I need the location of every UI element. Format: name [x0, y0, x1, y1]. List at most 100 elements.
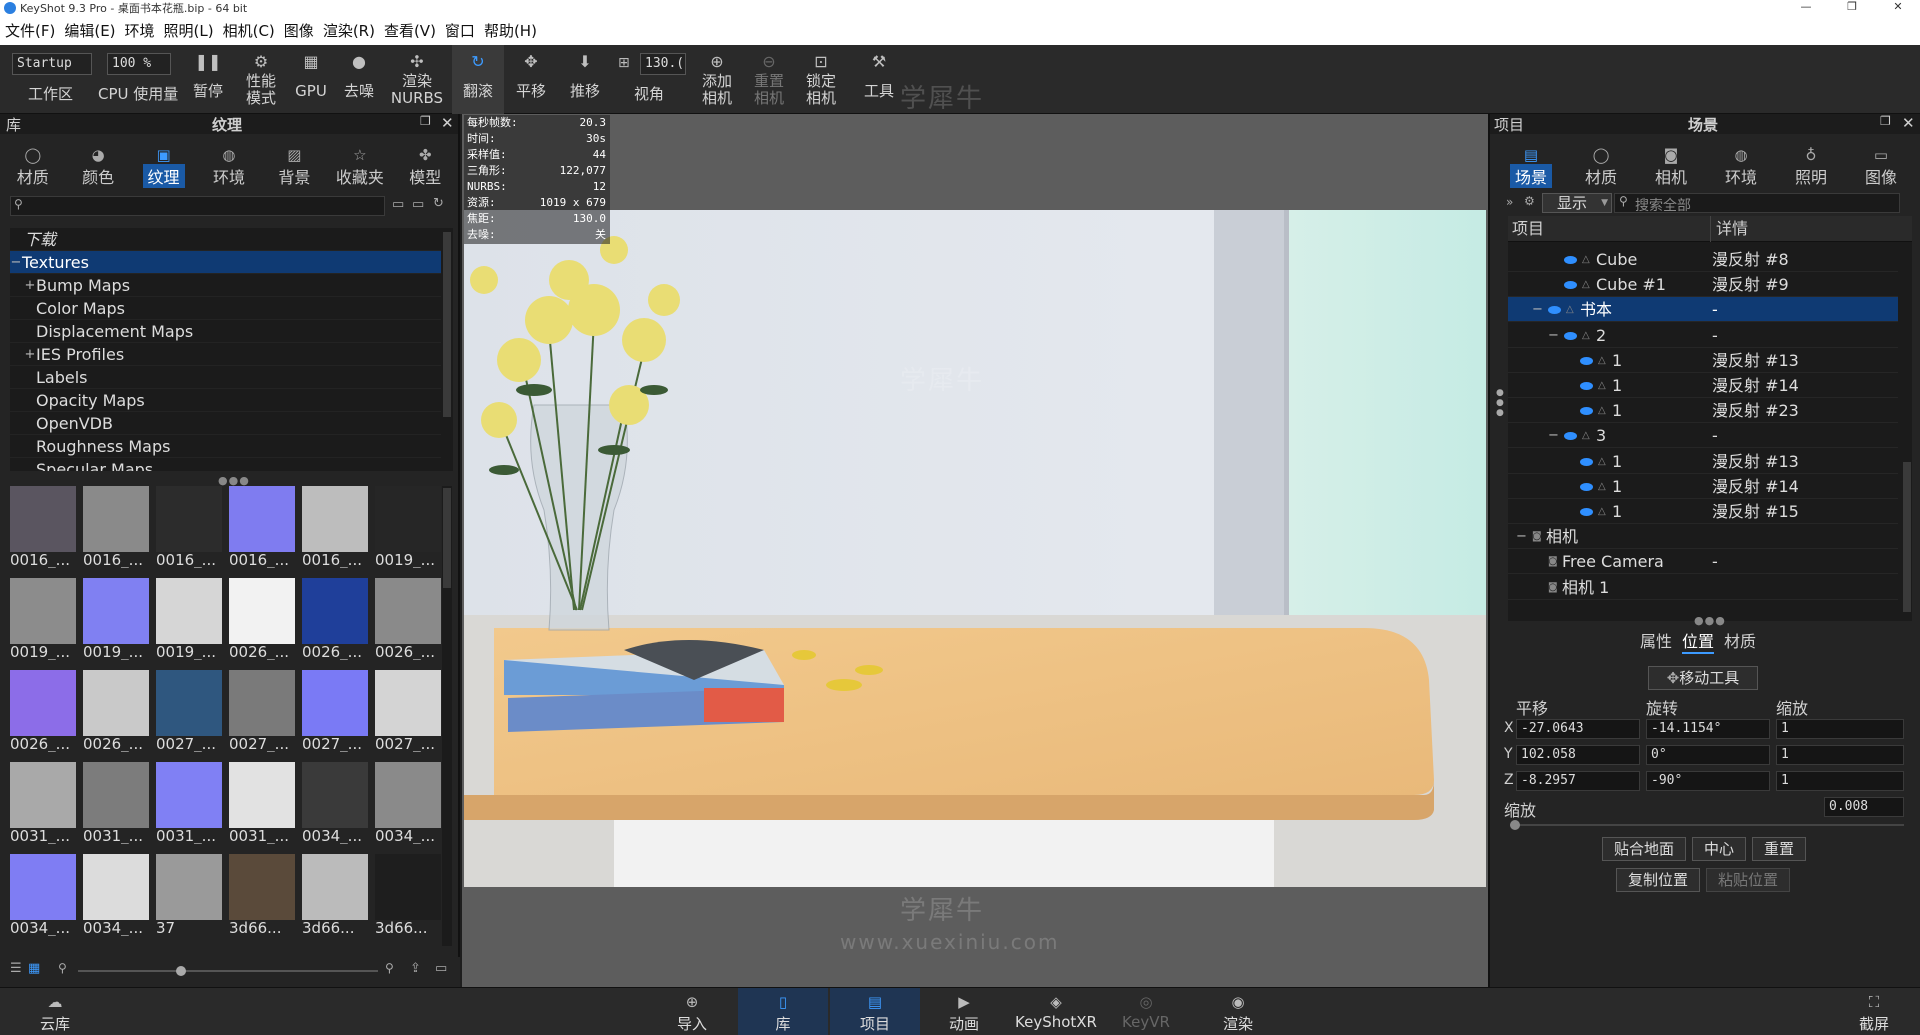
splitter-handle-icon[interactable]: ●●● [1694, 614, 1726, 627]
add-camera-button[interactable]: ⊕ 添加 相机 [694, 45, 740, 114]
texture-thumbnail[interactable]: 0034_... [83, 854, 149, 936]
menu-help[interactable]: 帮助(H) [479, 20, 541, 41]
visibility-eye-icon[interactable] [1580, 407, 1593, 416]
collapse-icon[interactable]: − [1548, 323, 1559, 348]
subtab-material[interactable]: 材质 [1724, 628, 1756, 654]
uniform-scale-slider[interactable] [1510, 820, 1904, 830]
reset-button[interactable]: 重置 [1752, 837, 1806, 861]
cloud-library-button[interactable]: ☁ 云库 [30, 988, 80, 1035]
tab-scene[interactable]: ▤ 场景 [1496, 134, 1566, 196]
visibility-eye-icon[interactable] [1564, 331, 1577, 340]
close-panel-icon[interactable]: ✕ [1902, 114, 1915, 132]
texture-thumbnail[interactable]: 0019_... [375, 486, 441, 568]
texture-thumbnail[interactable]: 3d66... [375, 854, 441, 936]
menu-camera[interactable]: 相机(C) [218, 20, 279, 41]
tab-environments[interactable]: ◍ 环境 [196, 134, 261, 196]
visibility-eye-icon[interactable] [1564, 256, 1577, 264]
undock-icon[interactable]: ❐ [420, 114, 431, 128]
scene-tree-row[interactable]: ◙ 相机 1 [1508, 575, 1898, 600]
collapse-icon[interactable]: − [10, 251, 22, 274]
copy-position-button[interactable]: 复制位置 [1616, 868, 1700, 892]
scene-tree-row[interactable]: △ 1 漫反射 #14 [1508, 474, 1898, 499]
thumbnail-size-slider[interactable] [78, 966, 378, 976]
menu-render[interactable]: 渲染(R) [318, 20, 379, 41]
thumbs-scrollbar[interactable] [442, 486, 452, 946]
folder-add-icon[interactable]: ▭ [435, 961, 447, 976]
rotate-y-field[interactable]: 0° [1646, 745, 1770, 765]
tree-item[interactable]: Roughness Maps [10, 435, 441, 458]
tab-colors[interactable]: ◕ 颜色 [65, 134, 130, 196]
texture-thumbnail[interactable]: 3d66... [229, 854, 295, 936]
scene-tree-scrollbar[interactable] [1902, 242, 1912, 621]
dolly-button[interactable]: ⬇ 推移 [560, 45, 610, 114]
tree-item[interactable]: + IES Profiles [10, 343, 441, 366]
maximize-button[interactable]: ❐ [1832, 0, 1872, 16]
scene-tree-row[interactable]: △ 1 漫反射 #13 [1508, 449, 1898, 474]
tumble-button[interactable]: ↻ 翻滚 [452, 45, 504, 114]
scene-tree-row[interactable]: △ Cube #1 漫反射 #9 [1508, 272, 1898, 298]
paste-position-button[interactable]: 粘贴位置 [1706, 868, 1790, 892]
tree-item[interactable]: OpenVDB [10, 412, 441, 435]
tree-scrollbar[interactable] [441, 228, 453, 471]
keyvr-button[interactable]: ◎ KeyVR [1116, 988, 1176, 1035]
folder-icon[interactable]: ▭ [392, 197, 404, 212]
reset-camera-button[interactable]: ⊖ 重置 相机 [746, 45, 792, 114]
texture-thumbnail[interactable]: 0027_... [302, 670, 368, 752]
scene-tree-row[interactable]: △ 1 漫反射 #23 [1508, 398, 1898, 424]
texture-thumbnail[interactable]: 0031_... [10, 762, 76, 844]
scene-tree-row[interactable]: − △ 3 - [1508, 423, 1898, 449]
tab-lighting[interactable]: ♁ 照明 [1776, 134, 1846, 196]
menu-file[interactable]: 文件(F) [0, 20, 59, 41]
close-window-button[interactable]: ✕ [1878, 0, 1918, 16]
expand-icon[interactable]: + [24, 343, 36, 366]
menu-image[interactable]: 图像 [279, 20, 318, 41]
scene-tree-row[interactable]: − △ 2 - [1508, 323, 1898, 348]
texture-thumbnail[interactable]: 0026_... [229, 578, 295, 660]
texture-thumbnail[interactable]: 0026_... [375, 578, 441, 660]
expand-icon[interactable]: » [1506, 195, 1513, 209]
tree-item[interactable]: Specular Maps [10, 458, 441, 471]
tab-image[interactable]: ▭ 图像 [1846, 134, 1916, 196]
scene-tree-row[interactable]: △ 1 漫反射 #15 [1508, 499, 1898, 524]
texture-thumbnail[interactable]: 0019_... [10, 578, 76, 660]
render-nurbs-button[interactable]: ✣ 渲染 NURBS [390, 45, 444, 114]
menu-edit[interactable]: 编辑(E) [59, 20, 119, 41]
menu-environment[interactable]: 环境 [120, 20, 159, 41]
visibility-eye-icon[interactable] [1580, 508, 1593, 516]
texture-thumbnail[interactable]: 0027_... [229, 670, 295, 752]
visibility-eye-icon[interactable] [1580, 382, 1593, 390]
rotate-x-field[interactable]: -14.1154° [1646, 719, 1770, 739]
texture-thumbnail[interactable]: 0034_... [302, 762, 368, 844]
splitter-handle-icon[interactable]: ●●● [1496, 388, 1504, 418]
move-tool-button[interactable]: ✥移动工具 [1648, 666, 1758, 690]
upload-icon[interactable]: ⇪ [410, 961, 421, 976]
visibility-eye-icon[interactable] [1580, 482, 1593, 491]
rotate-z-field[interactable]: -90° [1646, 771, 1770, 791]
col-detail-header[interactable]: 详情 [1716, 216, 1748, 242]
tab-camera[interactable]: ◙ 相机 [1636, 134, 1706, 196]
texture-thumbnail[interactable]: 0034_... [10, 854, 76, 936]
subtab-properties[interactable]: 属性 [1640, 628, 1672, 654]
texture-thumbnail[interactable]: 0016_... [83, 486, 149, 568]
col-item-header[interactable]: 项目 [1512, 216, 1544, 242]
menu-window[interactable]: 窗口 [440, 20, 479, 41]
texture-thumbnail[interactable]: 0034_... [375, 762, 441, 844]
tab-material[interactable]: ◯ 材质 [1566, 134, 1636, 196]
texture-thumbnail[interactable]: 0019_... [83, 578, 149, 660]
pause-button[interactable]: ❚❚ 暂停 [186, 45, 230, 114]
uniform-scale-field[interactable]: 0.008 [1824, 797, 1904, 817]
tab-favorites[interactable]: ☆ 收藏夹 [327, 134, 392, 196]
tree-item[interactable]: Color Maps [10, 297, 441, 320]
texture-thumbnail[interactable]: 0016_... [302, 486, 368, 568]
close-panel-icon[interactable]: ✕ [441, 114, 454, 132]
zoom-out-icon[interactable]: ⚲ [58, 961, 67, 975]
scene-search-input[interactable]: ⚲ 搜索全部 [1614, 193, 1900, 214]
subtab-position[interactable]: 位置 [1682, 628, 1715, 654]
cpu-usage-select[interactable]: 100 % [107, 53, 171, 75]
denoise-button[interactable]: ● 去噪 [336, 45, 382, 114]
lock-camera-button[interactable]: ⊡ 锁定 相机 [798, 45, 844, 114]
screenshot-button[interactable]: ⛶ 截屏 [1846, 988, 1902, 1035]
translate-x-field[interactable]: -27.0643 [1516, 719, 1640, 739]
texture-thumbnail[interactable]: 37 [156, 854, 222, 936]
open-folder-icon[interactable]: ▭ [412, 197, 424, 212]
